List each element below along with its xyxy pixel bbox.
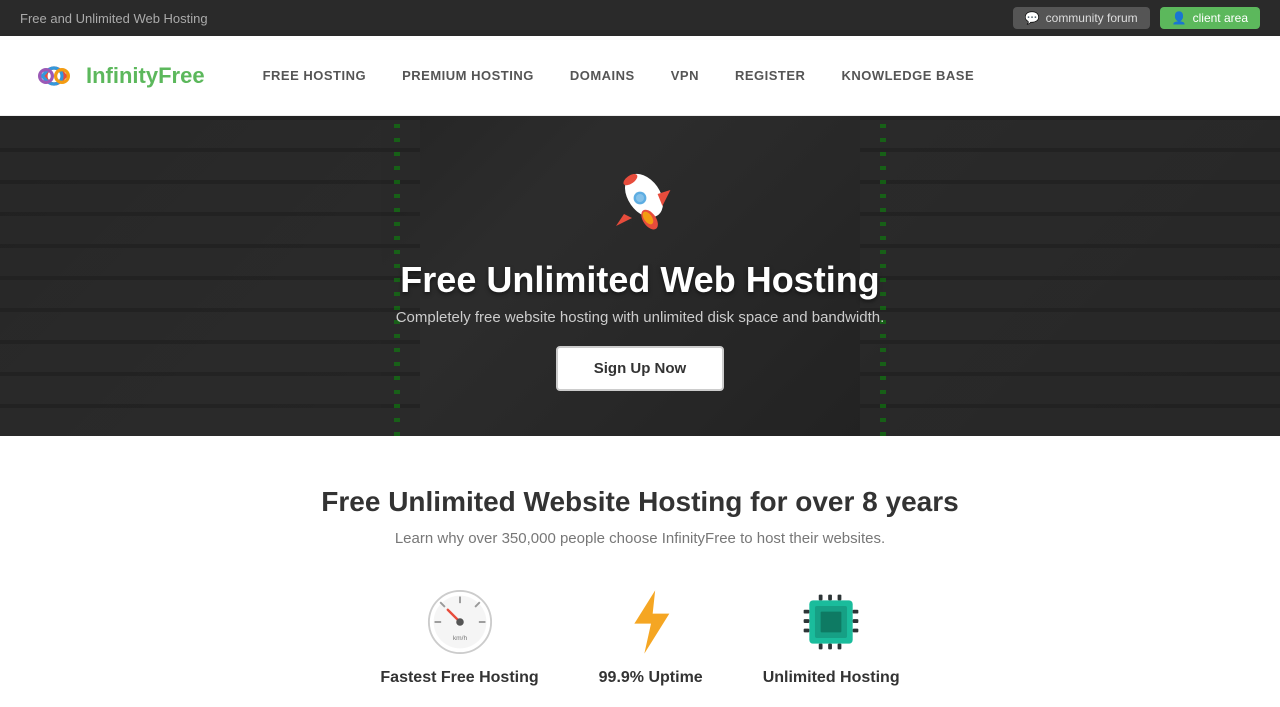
nav-item-1: PREMIUM HOSTING [384, 36, 552, 116]
nav-item-3: VPN [653, 36, 717, 116]
features-grid: km/h Fastest Free Hosting 99.9% Uptime [20, 587, 1260, 687]
nav-item-2: DOMAINS [552, 36, 653, 116]
community-icon: 💬 [1025, 11, 1040, 25]
hero-subtitle: Completely free website hosting with unl… [396, 309, 885, 326]
nav-link-free-hosting[interactable]: FREE HOSTING [245, 36, 385, 116]
svg-text:km/h: km/h [452, 635, 467, 642]
client-label: client area [1193, 11, 1248, 25]
nav-item-0: FREE HOSTING [245, 36, 385, 116]
tagline: Free and Unlimited Web Hosting [20, 11, 208, 26]
feature-uptime: 99.9% Uptime [599, 587, 703, 687]
speedometer-icon: km/h [425, 587, 495, 657]
nav-item-4: REGISTER [717, 36, 823, 116]
nav-link-domains[interactable]: DOMAINS [552, 36, 653, 116]
nav-item-5: KNOWLEDGE BASE [823, 36, 992, 116]
features-title: Free Unlimited Website Hosting for over … [20, 486, 1260, 518]
client-icon: 👤 [1172, 11, 1187, 25]
features-section: Free Unlimited Website Hosting for over … [0, 436, 1280, 707]
feature-fastest-label: Fastest Free Hosting [380, 669, 538, 687]
logo-text-part1: Infinity [86, 63, 158, 88]
features-subtitle: Learn why over 350,000 people choose Inf… [20, 530, 1260, 547]
hero-section: Free Unlimited Web Hosting Completely fr… [0, 116, 1280, 436]
logo-text: InfinityFree [86, 63, 205, 89]
community-forum-button[interactable]: 💬 community forum [1013, 7, 1150, 29]
community-label: community forum [1046, 11, 1138, 25]
client-area-button[interactable]: 👤 client area [1160, 7, 1260, 29]
top-bar: Free and Unlimited Web Hosting 💬 communi… [0, 0, 1280, 36]
logo-text-part2: Free [158, 63, 204, 88]
nav-link-premium-hosting[interactable]: PREMIUM HOSTING [384, 36, 552, 116]
server-decor-right [860, 116, 1280, 436]
navbar: InfinityFree FREE HOSTINGPREMIUM HOSTING… [0, 36, 1280, 116]
signup-button[interactable]: Sign Up Now [556, 346, 725, 391]
feature-unlimited: Unlimited Hosting [763, 587, 900, 687]
feature-uptime-label: 99.9% Uptime [599, 669, 703, 687]
nav-links: FREE HOSTINGPREMIUM HOSTINGDOMAINSVPNREG… [245, 36, 993, 116]
nav-link-register[interactable]: REGISTER [717, 36, 823, 116]
logo-icon [30, 60, 78, 92]
hero-content: Free Unlimited Web Hosting Completely fr… [396, 162, 885, 391]
nav-link-knowledge-base[interactable]: KNOWLEDGE BASE [823, 36, 992, 116]
server-decor-left [0, 116, 420, 436]
logo-link[interactable]: InfinityFree [30, 60, 205, 92]
lightning-icon [616, 587, 686, 657]
top-bar-actions: 💬 community forum 👤 client area [1013, 7, 1260, 29]
cpu-icon [796, 587, 866, 657]
nav-link-vpn[interactable]: VPN [653, 36, 717, 116]
hero-title: Free Unlimited Web Hosting [400, 259, 879, 301]
feature-unlimited-label: Unlimited Hosting [763, 669, 900, 687]
rocket-icon [600, 162, 680, 242]
feature-fastest: km/h Fastest Free Hosting [380, 587, 538, 687]
